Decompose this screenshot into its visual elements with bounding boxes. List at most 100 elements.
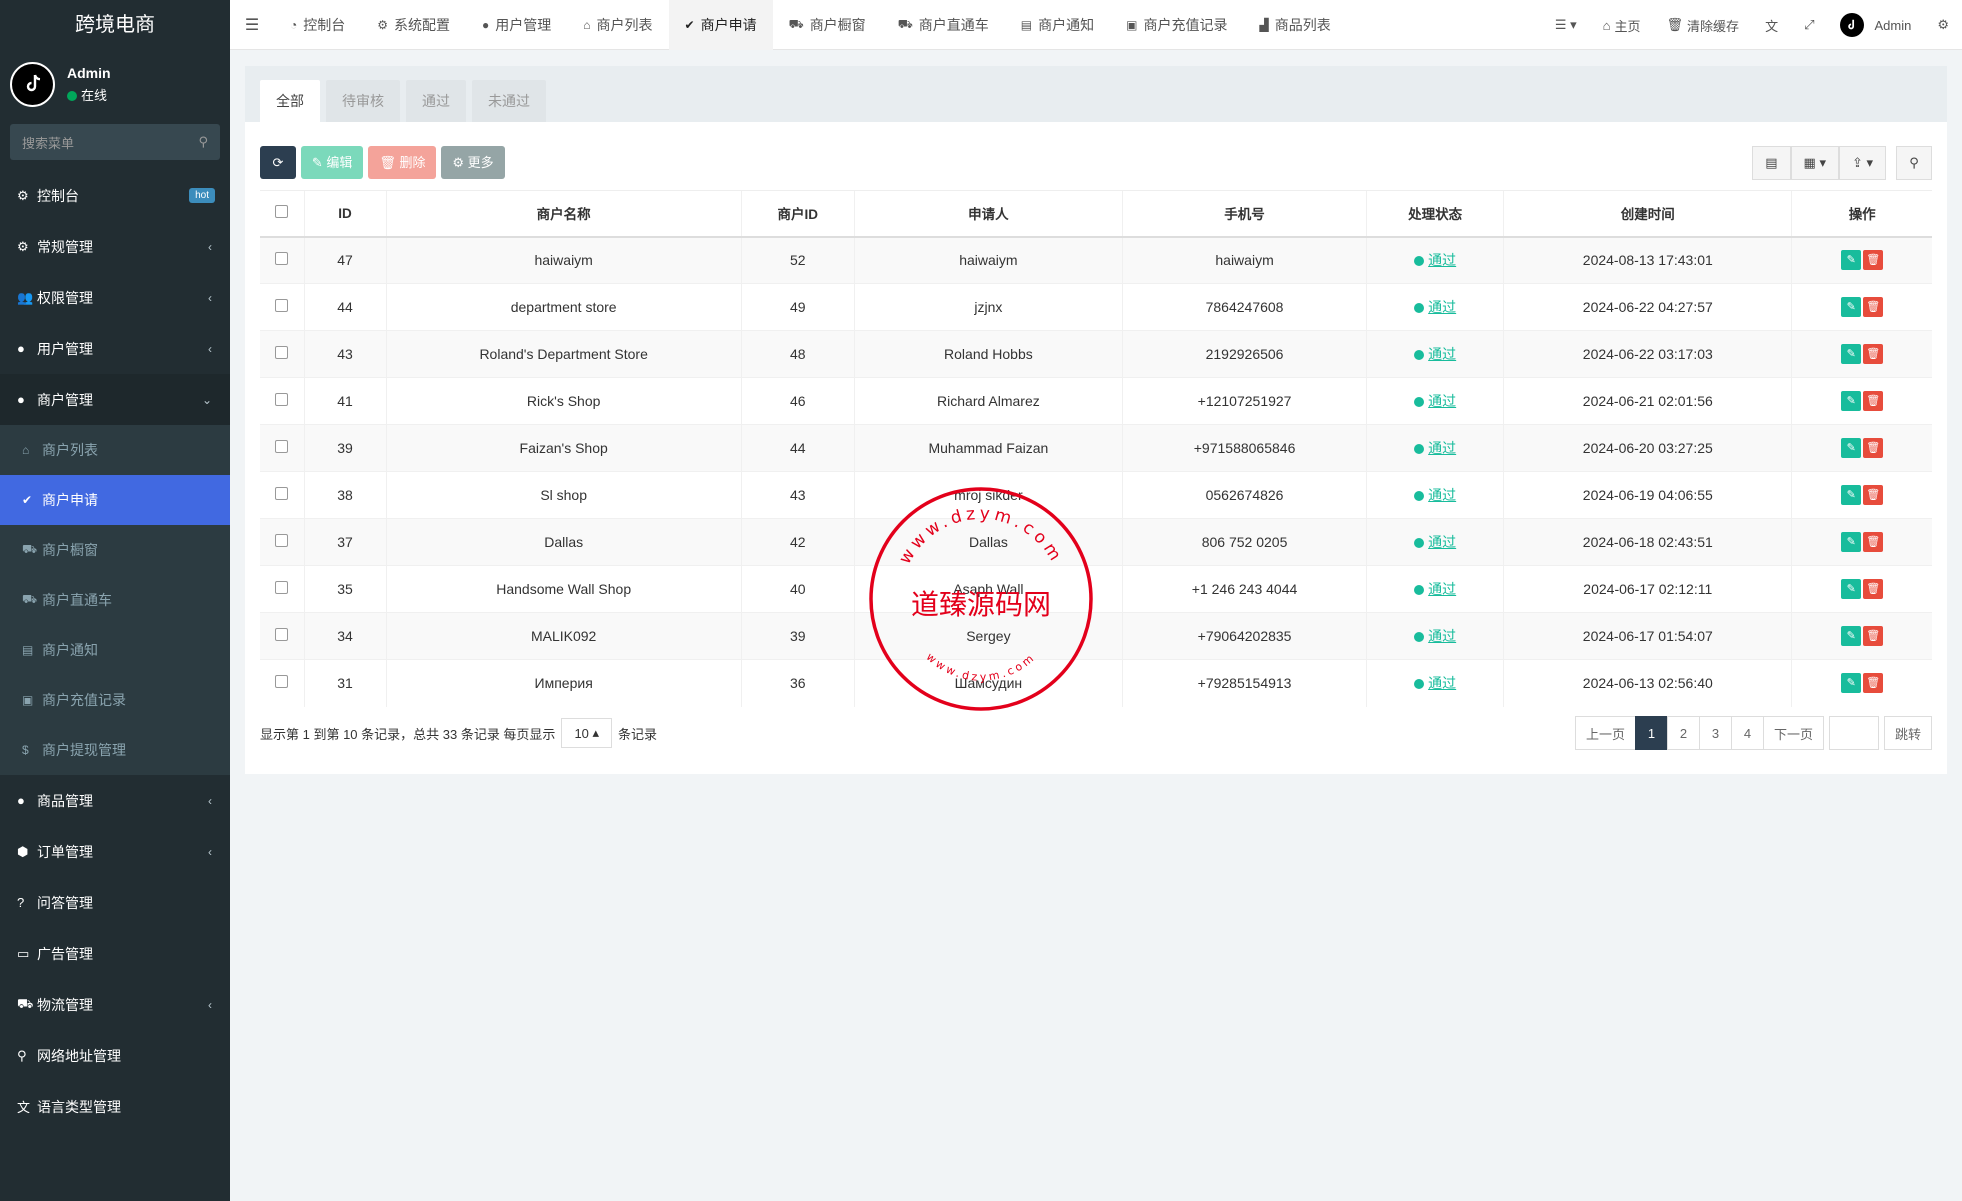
- select-all-checkbox[interactable]: [260, 190, 305, 238]
- sidebar-item-9[interactable]: ⛟ 物流管理 ‹: [0, 979, 230, 1030]
- row-checkbox[interactable]: [260, 565, 305, 613]
- page-number-button[interactable]: 4: [1730, 716, 1764, 750]
- row-checkbox[interactable]: [260, 471, 305, 519]
- delete-row-button[interactable]: 🗑: [1863, 391, 1884, 411]
- status-link[interactable]: 通过: [1428, 299, 1456, 315]
- tab-0[interactable]: ◔ 控制台: [274, 0, 361, 50]
- status-link[interactable]: 通过: [1428, 346, 1456, 362]
- page-jump-button[interactable]: 跳转: [1883, 716, 1932, 750]
- delete-button[interactable]: 🗑 删除: [368, 146, 437, 179]
- delete-row-button[interactable]: 🗑: [1863, 579, 1884, 599]
- settings-gear-icon[interactable]: ⚙: [1924, 17, 1962, 33]
- row-checkbox[interactable]: [260, 659, 305, 707]
- tab-2[interactable]: ● 用户管理: [466, 0, 567, 50]
- delete-row-button[interactable]: 🗑: [1863, 250, 1884, 271]
- delete-row-button[interactable]: 🗑: [1863, 485, 1884, 505]
- sidebar-subitem-3[interactable]: ⛟ 商户直通车: [0, 575, 230, 625]
- status-tab-3[interactable]: 未通过: [472, 80, 546, 122]
- status-tab-0[interactable]: 全部: [260, 80, 320, 122]
- delete-row-button[interactable]: 🗑: [1863, 438, 1884, 458]
- sidebar-subitem-6[interactable]: $ 商户提现管理: [0, 725, 230, 775]
- status-tab-1[interactable]: 待审核: [326, 80, 400, 122]
- sidebar-subitem-4[interactable]: ▤ 商户通知: [0, 625, 230, 675]
- tab-9[interactable]: ▟ 商品列表: [1243, 0, 1346, 50]
- column-header[interactable]: 商户ID: [740, 190, 855, 238]
- status-link[interactable]: 通过: [1428, 534, 1456, 550]
- next-page-button[interactable]: 下一页: [1762, 716, 1824, 750]
- edit-button[interactable]: ✎ 编辑: [300, 146, 364, 179]
- edit-row-button[interactable]: ✎: [1841, 250, 1862, 271]
- tab-6[interactable]: ⛟ 商户直通车: [882, 0, 1005, 50]
- clear-cache-button[interactable]: 🗑 清除缓存: [1654, 16, 1753, 35]
- column-header[interactable]: 创建时间: [1503, 190, 1792, 238]
- tasks-dropdown-icon[interactable]: ☰ ▾: [1542, 17, 1590, 33]
- column-header[interactable]: 商户名称: [385, 190, 742, 238]
- sidebar-item-2[interactable]: 👥 权限管理 ‹: [0, 272, 230, 323]
- page-number-button[interactable]: 3: [1698, 716, 1732, 750]
- status-link[interactable]: 通过: [1428, 628, 1456, 644]
- status-link[interactable]: 通过: [1428, 675, 1456, 691]
- edit-row-button[interactable]: ✎: [1841, 297, 1862, 317]
- page-size-select[interactable]: 10 ▴: [561, 718, 613, 748]
- page-jump-input[interactable]: [1828, 716, 1879, 750]
- edit-row-button[interactable]: ✎: [1841, 391, 1862, 411]
- sidebar-item-10[interactable]: ⚲ 网络地址管理: [0, 1030, 230, 1081]
- tab-8[interactable]: ▣ 商户充值记录: [1110, 0, 1243, 50]
- sidebar-item-3[interactable]: ● 用户管理 ‹: [0, 323, 230, 374]
- tab-3[interactable]: ⌂ 商户列表: [567, 0, 668, 50]
- column-header[interactable]: ID: [303, 190, 387, 238]
- export-button[interactable]: ⇪ ▾: [1838, 146, 1886, 180]
- sidebar-item-8[interactable]: ▭ 广告管理: [0, 928, 230, 979]
- status-link[interactable]: 通过: [1428, 393, 1456, 409]
- page-number-button[interactable]: 2: [1666, 716, 1700, 750]
- edit-row-button[interactable]: ✎: [1841, 344, 1862, 364]
- sidebar-search-input[interactable]: 搜索菜单 ⚲: [10, 124, 220, 160]
- columns-button[interactable]: ▦ ▾: [1790, 146, 1839, 180]
- edit-row-button[interactable]: ✎: [1841, 673, 1862, 694]
- toggle-view-button[interactable]: ▤: [1752, 146, 1791, 180]
- home-link[interactable]: ⌂ 主页: [1590, 16, 1654, 35]
- brand-title[interactable]: 跨境电商: [0, 0, 230, 50]
- row-checkbox[interactable]: [260, 330, 305, 378]
- status-link[interactable]: 通过: [1428, 487, 1456, 503]
- delete-row-button[interactable]: 🗑: [1863, 532, 1884, 552]
- sidebar-item-6[interactable]: ⬢ 订单管理 ‹: [0, 826, 230, 877]
- delete-row-button[interactable]: 🗑: [1863, 297, 1884, 317]
- tab-7[interactable]: ▤ 商户通知: [1005, 0, 1110, 50]
- admin-menu[interactable]: Admin: [1827, 13, 1924, 37]
- fullscreen-icon[interactable]: ⤢: [1791, 17, 1827, 33]
- row-checkbox[interactable]: [260, 377, 305, 425]
- status-link[interactable]: 通过: [1428, 252, 1456, 268]
- sidebar-item-5[interactable]: ● 商品管理 ‹: [0, 775, 230, 826]
- search-icon[interactable]: ⚲: [198, 134, 208, 150]
- edit-row-button[interactable]: ✎: [1841, 626, 1862, 646]
- edit-row-button[interactable]: ✎: [1841, 532, 1862, 552]
- delete-row-button[interactable]: 🗑: [1863, 673, 1884, 694]
- column-header[interactable]: 申请人: [853, 190, 1123, 238]
- refresh-button[interactable]: ⟳: [260, 146, 296, 179]
- hamburger-icon[interactable]: ☰: [230, 15, 274, 35]
- row-checkbox[interactable]: [260, 236, 305, 284]
- edit-row-button[interactable]: ✎: [1841, 438, 1862, 458]
- sidebar-item-11[interactable]: 文语言类型管理: [0, 1081, 230, 1132]
- sidebar-item-7[interactable]: ? 问答管理: [0, 877, 230, 928]
- sidebar-item-0[interactable]: ⚙ 控制台 hot: [0, 170, 230, 221]
- row-checkbox[interactable]: [260, 424, 305, 472]
- tab-5[interactable]: ⛟ 商户橱窗: [773, 0, 882, 50]
- sidebar-item-4[interactable]: ● 商户管理 ⌄: [0, 374, 230, 425]
- row-checkbox[interactable]: [260, 612, 305, 660]
- tab-1[interactable]: ⚙ 系统配置: [361, 0, 466, 50]
- edit-row-button[interactable]: ✎: [1841, 579, 1862, 599]
- delete-row-button[interactable]: 🗑: [1863, 626, 1884, 646]
- status-link[interactable]: 通过: [1428, 581, 1456, 597]
- language-icon[interactable]: 文: [1752, 16, 1791, 35]
- delete-row-button[interactable]: 🗑: [1863, 344, 1884, 364]
- page-number-button[interactable]: 1: [1634, 716, 1668, 750]
- sidebar-subitem-2[interactable]: ⛟ 商户橱窗: [0, 525, 230, 575]
- tab-4[interactable]: ✔ 商户申请: [668, 0, 773, 50]
- sidebar-item-1[interactable]: ⚙ 常规管理 ‹: [0, 221, 230, 272]
- status-tab-2[interactable]: 通过: [406, 80, 466, 122]
- sidebar-subitem-5[interactable]: ▣ 商户充值记录: [0, 675, 230, 725]
- sidebar-subitem-1[interactable]: ✔ 商户申请: [0, 475, 230, 525]
- row-checkbox[interactable]: [260, 283, 305, 331]
